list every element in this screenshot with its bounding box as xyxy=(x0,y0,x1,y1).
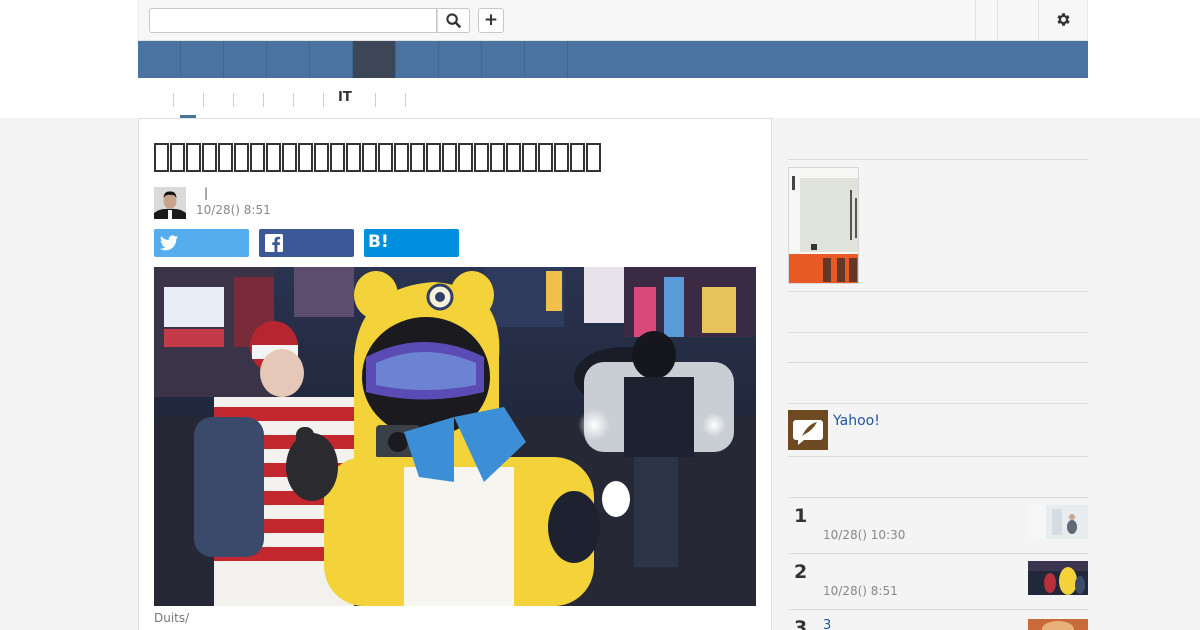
headline-glyph xyxy=(378,142,393,172)
sub-nav-item-it[interactable]: IT xyxy=(338,90,352,105)
ranking-divider xyxy=(788,497,1088,498)
hatena-bookmark-button[interactable]: B! xyxy=(364,229,459,257)
headline-glyph xyxy=(154,142,169,172)
headline-glyph xyxy=(426,142,441,172)
ranking-thumbnail[interactable] xyxy=(1028,505,1088,539)
facebook-share-button[interactable] xyxy=(259,229,354,257)
article-headline xyxy=(154,136,754,174)
ranking-time: 10/28() 8:51 xyxy=(823,584,898,598)
header-menu-item[interactable] xyxy=(975,0,997,40)
nav-tab[interactable] xyxy=(310,41,353,78)
headline-glyph xyxy=(554,142,569,172)
sub-nav-divider xyxy=(375,93,376,107)
site-header: + xyxy=(138,0,1088,41)
twitter-share-button[interactable] xyxy=(154,229,249,257)
ranking-thumbnail[interactable] xyxy=(1028,561,1088,595)
sub-nav-divider xyxy=(405,93,406,107)
hatena-icon: B! xyxy=(368,232,389,252)
ranking-thumbnail[interactable] xyxy=(1028,617,1088,630)
search-input[interactable] xyxy=(149,8,437,33)
ranking-title-link[interactable]: 3 xyxy=(823,618,831,630)
headline-glyph xyxy=(330,142,345,172)
headline-glyph xyxy=(186,142,201,172)
headline-glyph xyxy=(346,142,361,172)
nav-tab[interactable] xyxy=(138,41,181,78)
sub-nav-divider xyxy=(293,93,294,107)
headline-glyph xyxy=(298,142,313,172)
sub-nav-divider xyxy=(323,93,324,107)
headline-glyph xyxy=(506,142,521,172)
byline-separator: | xyxy=(204,186,209,200)
article-timestamp: 10/28() 8:51 xyxy=(196,203,271,217)
book-cover[interactable] xyxy=(788,167,859,284)
ranking-number: 3 xyxy=(794,617,808,630)
sub-category-nav xyxy=(138,78,1088,118)
headline-glyph xyxy=(442,142,457,172)
sidebar-divider xyxy=(788,291,1088,292)
author-avatar[interactable] xyxy=(154,187,186,219)
headline-glyph xyxy=(234,142,249,172)
nav-tab[interactable] xyxy=(396,41,439,78)
yahoo-link[interactable]: Yahoo! xyxy=(833,413,880,429)
ranking-divider xyxy=(788,609,1088,610)
nav-tab[interactable] xyxy=(482,41,525,78)
nav-tab-active[interactable] xyxy=(353,41,396,78)
ranking-divider xyxy=(788,553,1088,554)
gear-icon[interactable] xyxy=(1055,11,1072,28)
headline-glyph xyxy=(570,142,585,172)
nav-tab[interactable] xyxy=(181,41,224,78)
photo-credit: Duits/ xyxy=(154,611,190,625)
sidebar-divider xyxy=(788,332,1088,333)
headline-glyph xyxy=(282,142,297,172)
facebook-icon xyxy=(265,234,283,252)
search-button[interactable] xyxy=(437,8,470,33)
twitter-icon xyxy=(159,235,179,251)
headline-glyph xyxy=(314,142,329,172)
search-icon xyxy=(446,13,461,28)
category-nav xyxy=(138,41,1088,78)
sidebar-divider xyxy=(788,362,1088,363)
headline-glyph xyxy=(490,142,505,172)
headline-glyph xyxy=(410,142,425,172)
sub-nav-divider xyxy=(173,93,174,107)
sidebar-divider xyxy=(788,456,1088,457)
headline-glyph xyxy=(266,142,281,172)
headline-glyph xyxy=(474,142,489,172)
article-photo[interactable] xyxy=(154,267,756,606)
add-button[interactable]: + xyxy=(478,8,504,33)
headline-glyph xyxy=(218,142,233,172)
sidebar-divider xyxy=(788,159,1088,160)
header-menu-item[interactable] xyxy=(997,0,1038,40)
headline-glyph xyxy=(538,142,553,172)
nav-tab[interactable] xyxy=(525,41,568,78)
nav-tab[interactable] xyxy=(267,41,310,78)
headline-glyph xyxy=(586,142,601,172)
headline-glyph xyxy=(362,142,377,172)
yahoo-feather-icon[interactable] xyxy=(788,410,828,450)
sub-nav-divider xyxy=(203,93,204,107)
headline-glyph xyxy=(458,142,473,172)
nav-tab[interactable] xyxy=(224,41,267,78)
ranking-number: 2 xyxy=(794,561,808,583)
headline-glyph xyxy=(250,142,265,172)
headline-glyph xyxy=(170,142,185,172)
nav-tab[interactable] xyxy=(439,41,482,78)
sub-nav-divider xyxy=(263,93,264,107)
headline-glyph xyxy=(522,142,537,172)
sub-nav-divider xyxy=(233,93,234,107)
sidebar-divider xyxy=(788,403,1088,404)
headline-glyph xyxy=(202,142,217,172)
headline-glyph xyxy=(394,142,409,172)
ranking-time: 10/28() 10:30 xyxy=(823,528,906,542)
ranking-number: 1 xyxy=(794,505,808,527)
